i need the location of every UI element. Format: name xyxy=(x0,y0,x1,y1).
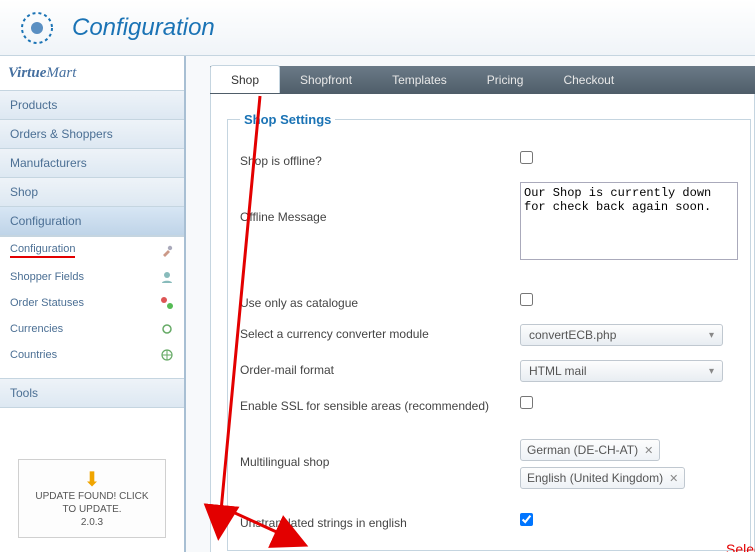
lang-tag-english[interactable]: English (United Kingdom) ✕ xyxy=(520,467,685,489)
update-line1: UPDATE FOUND! CLICK xyxy=(25,490,159,503)
fieldset-legend: Shop Settings xyxy=(240,112,335,127)
user-icon xyxy=(160,270,174,284)
tab-checkout[interactable]: Checkout xyxy=(543,66,634,94)
brand-a: Virtue xyxy=(8,65,46,81)
chevron-down-icon: ▾ xyxy=(709,366,714,377)
label-multilingual: Multilingual shop xyxy=(240,437,520,469)
sub-label: Countries xyxy=(10,349,57,361)
sidebar-item-manufacturers[interactable]: Manufacturers xyxy=(0,149,184,178)
close-icon[interactable]: ✕ xyxy=(669,472,678,485)
page-header: Configuration xyxy=(0,0,755,56)
brand: VirtueMart xyxy=(0,56,184,91)
wrench-icon xyxy=(160,244,174,258)
label-ssl: Enable SSL for sensible areas (recommend… xyxy=(240,396,520,413)
page-title: Configuration xyxy=(72,14,215,42)
sub-item-currencies[interactable]: Currencies xyxy=(0,316,184,342)
main-panel: Shop Shopfront Templates Pricing Checkou… xyxy=(186,56,755,552)
sub-item-configuration[interactable]: Configuration xyxy=(0,237,184,264)
select-value: convertECB.php xyxy=(529,328,616,342)
sub-label: Shopper Fields xyxy=(10,271,84,283)
close-icon[interactable]: ✕ xyxy=(644,444,653,457)
sub-item-order-statuses[interactable]: Order Statuses xyxy=(0,290,184,316)
select-currency-module[interactable]: convertECB.php ▾ xyxy=(520,324,723,346)
sidebar-item-products[interactable]: Products xyxy=(0,91,184,120)
checkbox-untranslated[interactable] xyxy=(520,513,533,526)
tab-shop[interactable]: Shop xyxy=(210,65,280,93)
sidebar-item-orders[interactable]: Orders & Shoppers xyxy=(0,120,184,149)
download-icon: ⬇ xyxy=(25,470,159,490)
app-logo-icon xyxy=(20,11,54,45)
status-icon xyxy=(160,296,174,310)
sub-label: Configuration xyxy=(10,243,75,258)
label-catalogue: Use only as catalogue xyxy=(240,293,520,310)
label-currency-module: Select a currency converter module xyxy=(240,324,520,341)
update-box[interactable]: ⬇ UPDATE FOUND! CLICK TO UPDATE. 2.0.3 xyxy=(18,459,166,538)
sub-label: Order Statuses xyxy=(10,297,84,309)
globe-icon xyxy=(160,348,174,362)
checkbox-ssl[interactable] xyxy=(520,396,533,409)
label-untranslated: Unstranslated strings in english xyxy=(240,513,520,530)
sidebar: VirtueMart Products Orders & Shoppers Ma… xyxy=(0,56,186,552)
tab-pricing[interactable]: Pricing xyxy=(467,66,544,94)
select-value: HTML mail xyxy=(529,364,587,378)
sidebar-item-shop[interactable]: Shop xyxy=(0,178,184,207)
refresh-icon xyxy=(160,322,174,336)
checkbox-shop-offline[interactable] xyxy=(520,151,533,164)
checkbox-catalogue[interactable] xyxy=(520,293,533,306)
label-offline-message: Offline Message xyxy=(240,182,520,224)
tag-label: German (DE-CH-AT) xyxy=(527,443,638,457)
sidebar-item-configuration[interactable]: Configuration xyxy=(0,207,184,236)
shop-settings-fieldset: Shop Settings Shop is offline? Offline M… xyxy=(227,112,751,551)
tab-bar: Shop Shopfront Templates Pricing Checkou… xyxy=(210,66,755,94)
update-version: 2.0.3 xyxy=(25,516,159,529)
sub-label: Currencies xyxy=(10,323,63,335)
brand-b: Mart xyxy=(46,65,76,81)
sidebar-item-tools[interactable]: Tools xyxy=(0,378,184,408)
select-mail-format[interactable]: HTML mail ▾ xyxy=(520,360,723,382)
lang-tag-german[interactable]: German (DE-CH-AT) ✕ xyxy=(520,439,660,461)
label-mail-format: Order-mail format xyxy=(240,360,520,377)
sub-item-shopper-fields[interactable]: Shopper Fields xyxy=(0,264,184,290)
tab-templates[interactable]: Templates xyxy=(372,66,467,94)
textarea-offline-message[interactable] xyxy=(520,182,738,260)
sub-item-countries[interactable]: Countries xyxy=(0,342,184,368)
tag-label: English (United Kingdom) xyxy=(527,471,663,485)
chevron-down-icon: ▾ xyxy=(709,330,714,341)
label-shop-offline: Shop is offline? xyxy=(240,151,520,168)
update-line2: TO UPDATE. xyxy=(25,503,159,516)
tab-shopfront[interactable]: Shopfront xyxy=(280,66,372,94)
